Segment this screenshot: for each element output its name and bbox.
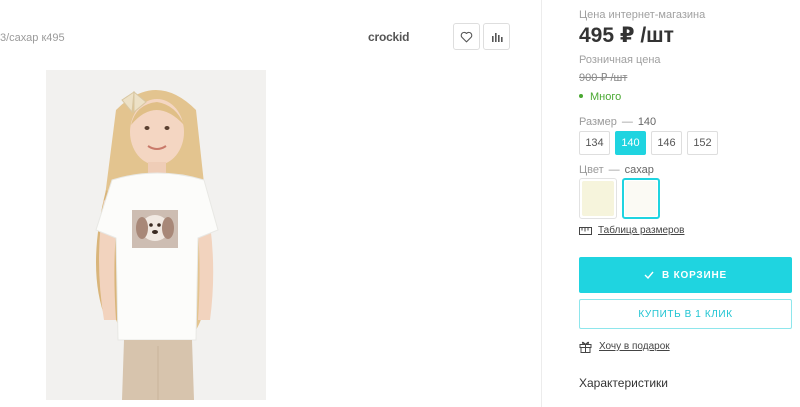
cropped-text-line [579,403,659,407]
compare-button[interactable] [483,23,510,50]
product-image [46,70,266,400]
color-label-row: Цвет — сахар [579,164,654,176]
one-click-label: КУПИТЬ В 1 КЛИК [638,308,733,320]
size-selected-value: 140 [637,116,657,128]
product-sku-breadcrumb: 3/сахар к495 [0,32,65,44]
color-selected-value: сахар [624,164,654,176]
gift-text: Хочу в подарок [599,341,670,352]
color-label: Цвет [579,164,604,176]
in-cart-label: В КОРЗИНЕ [662,269,727,281]
heart-icon [460,31,473,42]
swatch-fill [625,181,657,216]
retail-price-label: Розничная цена [579,54,661,66]
brand-logo[interactable]: crockid [368,30,409,44]
product-photo[interactable] [46,70,266,400]
color-dash: — [608,164,620,176]
specs-preview-line [579,400,659,407]
size-label: Размер [579,116,617,128]
size-table-link[interactable]: Таблица размеров [579,225,684,236]
online-price-label: Цена интернет-магазина [579,9,706,21]
stock-status: Много [579,91,621,103]
swatch-fill [582,181,614,216]
check-icon [644,271,654,279]
gift-icon [579,341,592,353]
brand-name: crockid [368,30,410,44]
stock-dot-icon [579,94,583,98]
bar-chart-icon [491,32,503,42]
price: 495 ₽ /шт [579,24,674,47]
ruler-icon [579,226,592,235]
size-option-152[interactable]: 152 [687,131,718,155]
in-cart-button[interactable]: В КОРЗИНЕ [579,257,792,293]
size-option-134[interactable]: 134 [579,131,610,155]
size-label-row: Размер — 140 [579,116,656,128]
gift-wish-link[interactable]: Хочу в подарок [579,340,670,353]
size-options: 134 140 146 152 [579,131,718,155]
size-dash: — [621,116,633,128]
stock-text: Много [590,91,622,103]
size-option-140[interactable]: 140 [615,131,646,155]
size-option-146[interactable]: 146 [651,131,682,155]
specs-heading: Характеристики [579,376,668,390]
one-click-buy-button[interactable]: КУПИТЬ В 1 КЛИК [579,299,792,329]
column-divider [541,0,542,407]
size-table-text: Таблица размеров [598,225,685,236]
favorite-button[interactable] [453,23,480,50]
retail-price: 900 ₽ /шт [579,72,628,84]
color-swatches [579,178,660,219]
color-swatch-2[interactable] [622,178,660,219]
color-swatch-1[interactable] [579,178,617,219]
